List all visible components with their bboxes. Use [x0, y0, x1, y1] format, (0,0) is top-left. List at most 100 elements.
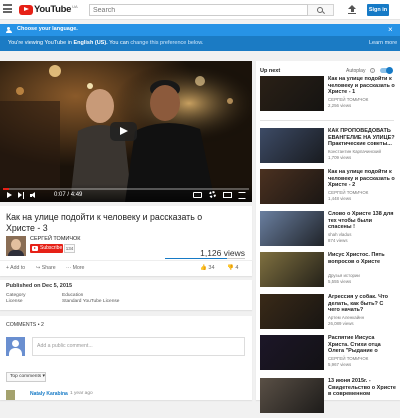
comments-card	[0, 316, 252, 400]
dislike-count: 4	[235, 265, 239, 271]
youtube-icon	[32, 246, 38, 251]
logo-region: UA	[72, 4, 78, 9]
video-player[interactable]	[0, 61, 252, 202]
big-play-button[interactable]	[110, 122, 137, 141]
language-banner-title: Choose your language.	[17, 26, 78, 32]
comment-input[interactable]: Add a public comment...	[32, 337, 245, 356]
recommendation-views: 874 views	[328, 238, 348, 243]
recommendation-channel: Константин Карпачинский	[328, 149, 381, 154]
sort-comments-dropdown[interactable]: Top comments ▾	[6, 372, 46, 382]
channel-name[interactable]: СЕРГЕЙ ТОМИЧОК	[30, 236, 81, 242]
recommendation-channel: СЕРГЕЙ ТОМИЧОК	[328, 190, 369, 195]
meta-value-license: Standard YouTube License	[62, 299, 120, 304]
recommendation-title[interactable]: Как на улице подойти к человеку и расска…	[328, 76, 396, 96]
volume-icon[interactable]	[30, 192, 38, 199]
autoplay-label: Autoplay	[346, 68, 366, 74]
like-button[interactable]: 👍 34	[200, 265, 215, 271]
recommendation-title[interactable]: КАК ПРОПОВЕДОВАТЬ ЕВАНГЕЛИЕ НА УЛИЦЕ? Пр…	[328, 128, 396, 148]
video-thumbnail[interactable]	[260, 252, 324, 287]
like-count: 34	[208, 265, 215, 271]
video-thumbnail[interactable]	[260, 378, 324, 413]
youtube-logo[interactable]: YouTube UA	[19, 4, 78, 15]
view-count: 1,126 views	[200, 248, 245, 258]
subscribe-button[interactable]: Subscribe	[30, 244, 63, 253]
publish-date: Published on Dec 5, 2015	[6, 283, 73, 289]
video-thumbnail[interactable]	[260, 294, 324, 329]
subscribe-label: Subscribe	[40, 245, 63, 251]
hamburger-menu-icon[interactable]	[3, 4, 12, 13]
recommendation-views: 5,555 views	[328, 279, 352, 284]
comment-time[interactable]: 1 year ago	[70, 391, 93, 396]
video-title: Как на улице подойти к человеку и расска…	[6, 212, 203, 233]
recommendation-title[interactable]: Агрессия у собак. Что делать, как быть? …	[328, 294, 396, 314]
recommendation-channel: СЕРГЕЙ ТОМИЧОК	[328, 356, 369, 361]
channel-avatar[interactable]	[6, 236, 26, 256]
video-thumbnail[interactable]	[260, 169, 324, 204]
meta-value-category[interactable]: Education	[62, 293, 83, 298]
recommendation-views: 5,967 views	[328, 362, 352, 367]
recommendation-views: 2,256 views	[328, 103, 352, 108]
recommendation-channel: shah vladus	[328, 232, 352, 237]
meta-key-category: Category	[6, 293, 26, 298]
share-label: Share	[41, 265, 56, 271]
play-icon[interactable]	[7, 192, 12, 198]
close-icon[interactable]: ×	[388, 25, 393, 34]
thumbs-down-icon: 👎	[227, 265, 234, 271]
subscriber-count: 134	[64, 244, 75, 253]
comment-author[interactable]: Nataly Karabina	[30, 391, 68, 397]
more-button[interactable]: ··· More	[66, 265, 84, 271]
recommendation-item[interactable]: Агрессия у собак. Что делать, как быть? …	[260, 294, 395, 334]
divider	[260, 120, 394, 121]
fullscreen-icon[interactable]	[238, 192, 246, 199]
search-button[interactable]	[308, 4, 334, 16]
change-preference-link[interactable]: change this preference below.	[130, 40, 203, 46]
message-prefix: You're viewing YouTube in	[8, 40, 74, 46]
recommendation-item[interactable]: Слово о Христе 138 для тех чтобы были сп…	[260, 211, 395, 251]
logo-text: YouTube	[34, 4, 72, 15]
recommendation-item[interactable]: Как на улице подойти к человеку и расска…	[260, 169, 395, 209]
recommendation-title[interactable]: Как на улице подойти к человеку и расска…	[328, 169, 396, 189]
video-thumbnail[interactable]	[260, 211, 324, 246]
progress-fill	[3, 188, 9, 190]
current-language: English (US).	[73, 40, 108, 46]
recommendation-item[interactable]: КАК ПРОПОВЕДОВАТЬ ЕВАНГЕЛИЕ НА УЛИЦЕ? Пр…	[260, 128, 395, 168]
recommendation-title[interactable]: Слово о Христе 138 для тех чтобы были сп…	[328, 211, 396, 231]
up-next-heading: Up next	[260, 68, 281, 74]
recommendation-title[interactable]: Распятие Иисуса Христа. Стихи отца Олега…	[328, 335, 396, 355]
dislike-button[interactable]: 👎 4	[227, 265, 238, 271]
recommendation-item[interactable]: Как на улице подойти к человеку и расска…	[260, 76, 395, 116]
theater-mode-icon[interactable]	[223, 192, 232, 198]
language-banner: Choose your language. × You're viewing Y…	[0, 24, 400, 51]
recommendation-views: 26,089 views	[328, 321, 354, 326]
search-input[interactable]	[89, 4, 308, 16]
progress-bar[interactable]	[3, 188, 249, 190]
person-icon	[5, 26, 12, 34]
learn-more-link[interactable]: Learn more	[369, 40, 397, 46]
recommendation-item[interactable]: 13 июня 2015г. - Свидетельство о Христе …	[260, 378, 396, 418]
recommendation-title[interactable]: 13 июня 2015г. - Свидетельство о Христе …	[328, 378, 396, 398]
recommendation-title[interactable]: Иисус Христос. Пять вопросов о Христе	[328, 252, 396, 265]
time-display: 0:07 / 4:49	[54, 192, 83, 198]
next-icon[interactable]	[18, 192, 25, 199]
add-to-button[interactable]: + Add to	[6, 265, 25, 271]
captions-icon[interactable]: CC	[193, 192, 202, 198]
autoplay-toggle[interactable]	[380, 67, 393, 74]
thumbs-up-icon: 👍	[200, 265, 207, 271]
upload-icon[interactable]	[348, 5, 356, 15]
youtube-play-icon	[19, 4, 33, 15]
recommendation-channel: Друзья истории	[328, 273, 360, 278]
recommendation-item[interactable]: Распятие Иисуса Христа. Стихи отца Олега…	[260, 335, 395, 375]
commenter-avatar[interactable]	[6, 390, 15, 400]
recommendation-views: 1,709 views	[328, 155, 352, 160]
top-bar: YouTube UA Sign in	[0, 0, 400, 20]
settings-gear-icon[interactable]	[209, 191, 216, 198]
video-thumbnail[interactable]	[260, 76, 324, 111]
meta-key-license: License	[6, 299, 23, 304]
user-avatar	[6, 337, 25, 356]
video-thumbnail[interactable]	[260, 335, 324, 370]
info-icon[interactable]: i	[370, 68, 375, 73]
video-thumbnail[interactable]	[260, 128, 324, 163]
sign-in-button[interactable]: Sign in	[367, 4, 389, 16]
recommendation-item[interactable]: Иисус Христос. Пять вопросов о Христе Дру…	[260, 252, 395, 292]
share-button[interactable]: ↪ Share	[36, 265, 56, 271]
